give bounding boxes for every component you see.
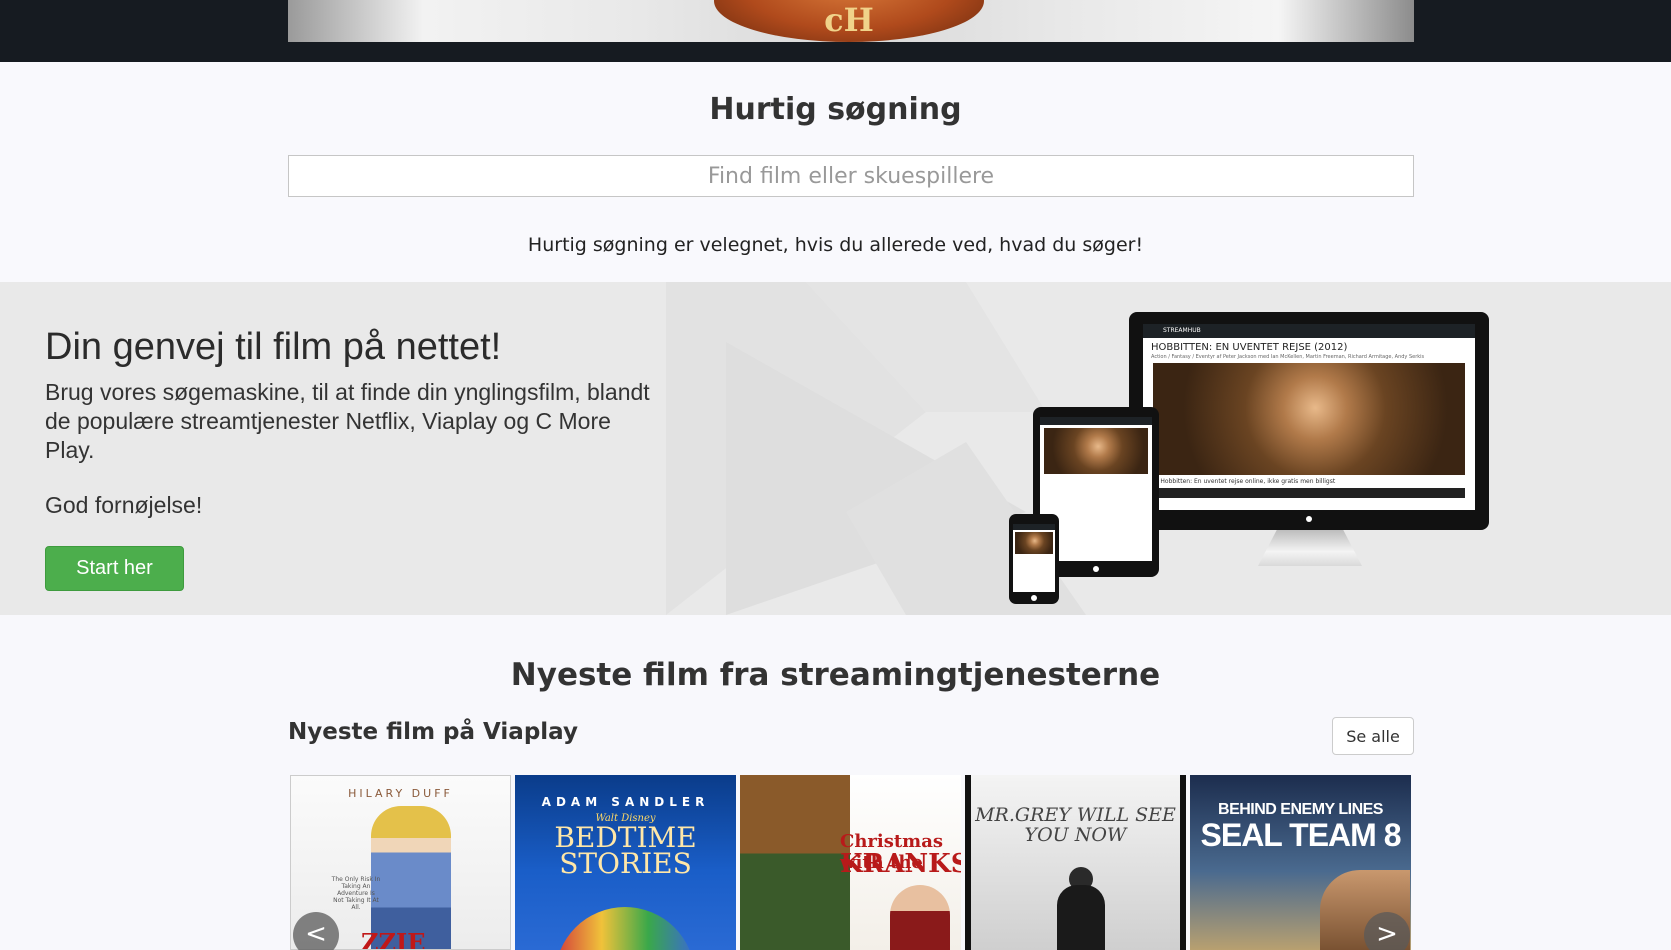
poster-title: BEDTIME STORIES: [554, 821, 697, 880]
poster-umbrella: [555, 907, 695, 950]
poster-tagline: The Only Risk In Taking An Adventure Is …: [331, 876, 381, 911]
mockup-subheading: Action / Fantasy / Eventyr af Peter Jack…: [1151, 354, 1425, 360]
quick-search-hint: Hurtig søgning er velegnet, hvis du alle…: [527, 234, 1144, 256]
mockup-heading: HOBBITTEN: EN UVENTET REJSE (2012): [1151, 342, 1348, 353]
top-banner: cH: [0, 0, 1671, 62]
hero-text: Brug vores søgemaskine, til at finde din…: [45, 379, 650, 463]
mockup-table: [1153, 488, 1465, 498]
start-here-button[interactable]: Start her: [45, 546, 184, 591]
mockup-brand: STREAMHUB: [1143, 324, 1475, 338]
poster-figure-2: [890, 885, 950, 950]
tablet-topbar: [1040, 417, 1152, 425]
viaplay-subtitle: Nyeste film på Viaplay: [288, 719, 578, 745]
monitor-stand: [1258, 530, 1362, 566]
carousel-prev-button[interactable]: <: [293, 912, 339, 950]
phone-topbar: [1013, 524, 1055, 530]
tablet-movie-still: [1044, 428, 1148, 474]
mockup-movie-still: [1153, 363, 1465, 475]
phone-movie-still: [1015, 532, 1053, 554]
quick-search-title: Hurtig søgning: [709, 92, 962, 127]
banner-logo-badge: cH: [714, 0, 984, 42]
hero-title: Din genvej til film på nettet!: [45, 326, 502, 368]
newest-films-title: Nyeste film fra streamingtjenesterne: [510, 657, 1161, 693]
poster-logo: ZZIE: [361, 928, 426, 950]
phone-screen: [1013, 524, 1055, 592]
poster-carousel: HILARY DUFF The Only Risk In Taking An A…: [290, 775, 1412, 950]
movie-poster[interactable]: MR.GREY WILL SEE YOU NOW: [965, 775, 1186, 950]
banner-image[interactable]: cH: [288, 0, 1414, 42]
carousel-next-button[interactable]: >: [1364, 912, 1410, 950]
monitor-screen: STREAMHUB HOBBITTEN: EN UVENTET REJSE (2…: [1143, 324, 1475, 510]
poster-actor: HILARY DUFF: [348, 787, 453, 800]
phone-home-dot: [1031, 595, 1037, 601]
monitor-power-dot: [1306, 516, 1312, 522]
poster-figure: [1057, 885, 1105, 950]
tablet-home-dot: [1093, 566, 1099, 572]
mockup-caption: Se Hobbitten: En uventet rejse online, i…: [1151, 478, 1336, 485]
poster-title: MR.GREY WILL SEE YOU NOW: [975, 804, 1176, 846]
phone-mockup: [1009, 514, 1059, 604]
hero-section: Din genvej til film på nettet! Brug vore…: [0, 282, 1671, 615]
hero-greeting: God fornøjelse!: [45, 492, 203, 518]
movie-poster[interactable]: Christmas with the KRANKS: [740, 775, 961, 950]
poster-title-line2: KRANKS: [840, 849, 961, 879]
see-all-button[interactable]: Se alle: [1332, 717, 1414, 755]
search-input[interactable]: [288, 155, 1414, 197]
movie-poster[interactable]: ADAM SANDLER Walt Disney BEDTIME STORIES: [515, 775, 736, 950]
poster-title-line2: SEAL TEAM 8: [1200, 817, 1402, 853]
quick-search-section: Hurtig søgning Hurtig søgning er velegne…: [0, 62, 1671, 282]
monitor-mockup: STREAMHUB HOBBITTEN: EN UVENTET REJSE (2…: [1129, 312, 1489, 530]
poster-actor: ADAM SANDLER: [541, 795, 710, 809]
newest-films-section: Nyeste film fra streamingtjenesterne Nye…: [0, 615, 1671, 950]
poster-figure: [740, 775, 850, 950]
banner-logo-text: cH: [824, 1, 874, 39]
